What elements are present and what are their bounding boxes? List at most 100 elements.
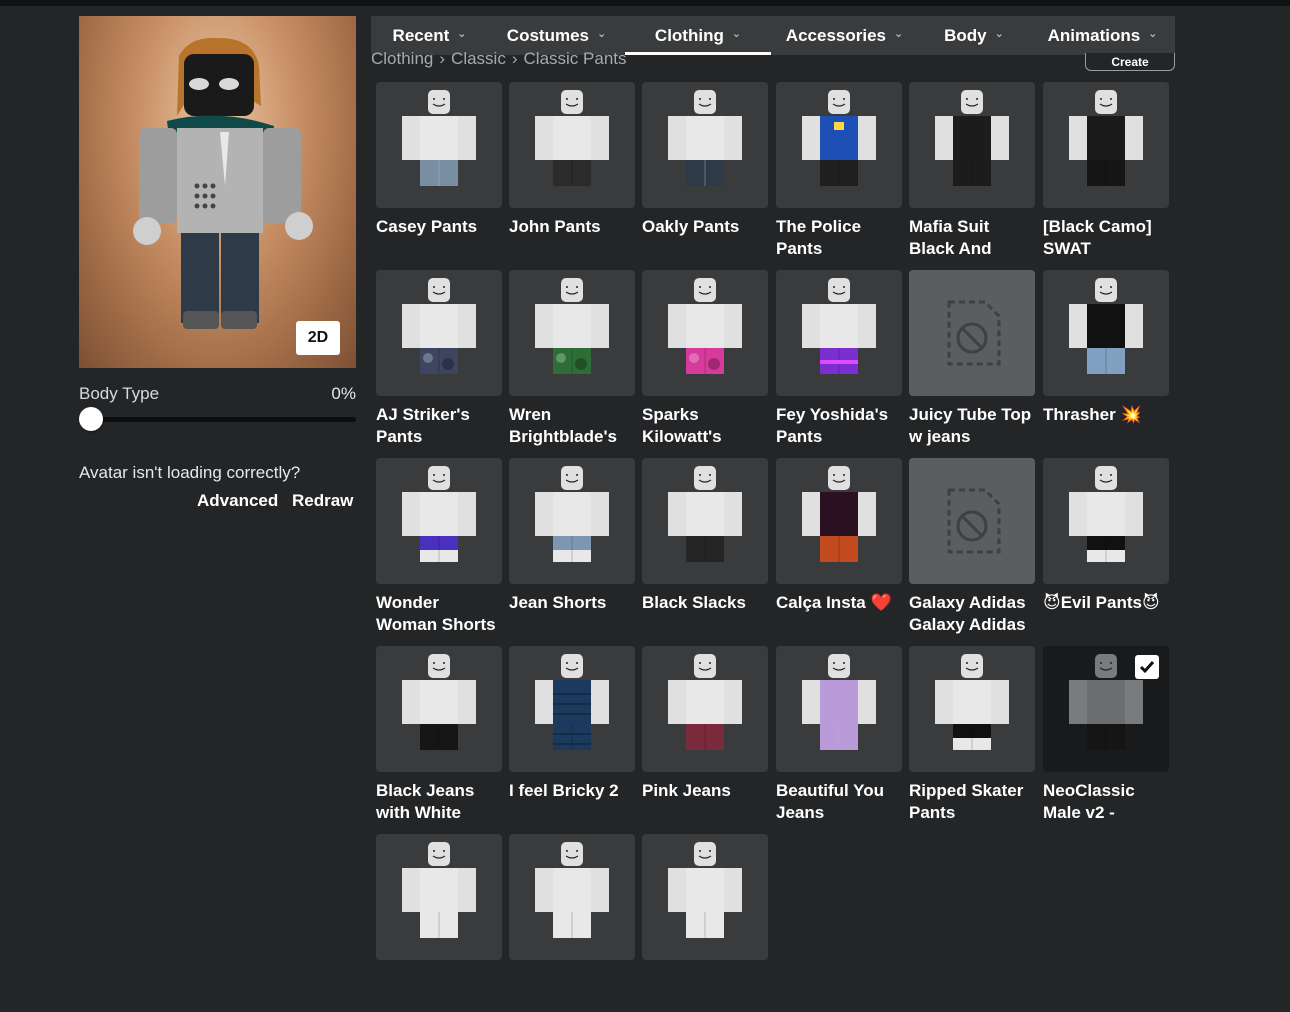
tab-accessories[interactable]: Accessories ⌄ [771, 16, 918, 55]
character-figure [1069, 278, 1143, 374]
chevron-down-icon: ⌄ [1148, 28, 1158, 40]
catalog-item[interactable]: Fey Yoshida's Pants [776, 270, 902, 448]
avatar-preview[interactable]: 2D [79, 16, 356, 368]
item-thumbnail[interactable] [776, 82, 902, 208]
catalog-item[interactable]: [Black Camo] SWAT [1043, 82, 1169, 260]
checkmark-icon[interactable] [1135, 655, 1159, 679]
catalog-item[interactable]: Calça Insta ❤️ [776, 458, 902, 636]
item-name: Oakly Pants [642, 217, 740, 236]
catalog-item[interactable]: Black Jeans with White [376, 646, 502, 824]
item-name: 😈Evil Pants😈 [1043, 593, 1160, 612]
item-thumbnail[interactable] [1043, 646, 1169, 772]
tab-clothing[interactable]: Clothing ⌄ [625, 16, 771, 55]
item-thumbnail[interactable] [776, 270, 902, 396]
item-thumbnail[interactable] [1043, 82, 1169, 208]
body-type-slider-thumb[interactable] [79, 407, 103, 431]
tab-label: Body [944, 25, 987, 45]
chevron-down-icon: ⌄ [457, 28, 467, 40]
catalog-item[interactable]: Casey Pants [376, 82, 502, 260]
item-thumbnail[interactable] [776, 646, 902, 772]
item-name: Beautiful You Jeans [776, 781, 884, 822]
item-name [509, 968, 635, 1012]
catalog-item[interactable]: Juicy Tube Top w jeans [909, 270, 1035, 448]
item-thumbnail[interactable] [509, 270, 635, 396]
catalog-item[interactable]: Wren Brightblade's [509, 270, 635, 448]
breadcrumb-item[interactable]: Clothing [371, 49, 433, 68]
catalog-item[interactable]: Black Slacks [642, 458, 768, 636]
item-thumbnail[interactable] [376, 270, 502, 396]
advanced-link[interactable]: Advanced [197, 491, 278, 511]
item-thumbnail[interactable] [642, 834, 768, 960]
item-thumbnail[interactable] [376, 646, 502, 772]
item-thumbnail[interactable] [642, 82, 768, 208]
item-thumbnail[interactable] [642, 270, 768, 396]
item-name: The Police Pants [776, 217, 862, 258]
create-button[interactable]: Create [1085, 53, 1175, 71]
catalog-item[interactable]: NeoClassic Male v2 - [1043, 646, 1169, 824]
catalog-item[interactable]: Pink Jeans [642, 646, 768, 824]
character-figure [668, 654, 742, 750]
character-figure [802, 466, 876, 562]
catalog-item[interactable] [376, 834, 502, 1012]
breadcrumb-item[interactable]: Classic [451, 49, 506, 68]
catalog-item[interactable]: Wonder Woman Shorts [376, 458, 502, 636]
item-grid: Casey Pants John Pants Oakly Pants The Poli… [376, 82, 1176, 960]
catalog-item[interactable]: Oakly Pants [642, 82, 768, 260]
tab-body[interactable]: Body ⌄ [918, 16, 1030, 55]
item-name: Calça Insta ❤️ [776, 593, 892, 612]
character-figure [535, 90, 609, 186]
catalog-item[interactable]: John Pants [509, 82, 635, 260]
item-thumbnail[interactable] [376, 82, 502, 208]
catalog-item[interactable]: I feel Bricky 2 [509, 646, 635, 824]
character-figure [668, 466, 742, 562]
item-thumbnail[interactable] [909, 82, 1035, 208]
catalog-item[interactable]: Beautiful You Jeans [776, 646, 902, 824]
tab-label: Recent [392, 25, 450, 45]
catalog-item[interactable]: 😈Evil Pants😈 [1043, 458, 1169, 636]
item-thumbnail[interactable] [909, 270, 1035, 396]
catalog-item[interactable]: Ripped Skater Pants [909, 646, 1035, 824]
tab-animations[interactable]: Animations ⌄ [1030, 16, 1175, 55]
breadcrumb-item: Classic Pants [523, 49, 627, 68]
item-thumbnail[interactable] [776, 458, 902, 584]
catalog-item[interactable]: Jean Shorts [509, 458, 635, 636]
item-thumbnail[interactable] [1043, 270, 1169, 396]
item-thumbnail[interactable] [376, 834, 502, 960]
item-thumbnail[interactable] [509, 82, 635, 208]
catalog-item[interactable] [642, 834, 768, 1012]
item-name: Mafia Suit Black And [909, 217, 992, 258]
catalog-item[interactable]: Galaxy Adidas Galaxy Adidas [909, 458, 1035, 636]
item-thumbnail[interactable] [509, 458, 635, 584]
body-type-label: Body Type [79, 384, 160, 403]
character-figure [668, 278, 742, 374]
redraw-link[interactable]: Redraw [292, 491, 353, 511]
item-name: AJ Striker's Pants [376, 405, 470, 446]
item-thumbnail[interactable] [642, 458, 768, 584]
character-figure [668, 90, 742, 186]
catalog-item[interactable]: Thrasher 💥 [1043, 270, 1169, 448]
item-thumbnail[interactable] [376, 458, 502, 584]
catalog-item[interactable]: Mafia Suit Black And [909, 82, 1035, 260]
breadcrumb: Clothing › Classic › Classic Pants [371, 49, 627, 69]
tab-label: Accessories [785, 25, 886, 45]
catalog-item[interactable] [509, 834, 635, 1012]
item-thumbnail[interactable] [642, 646, 768, 772]
character-figure [402, 842, 476, 938]
item-name: Sparks Kilowatt's [642, 405, 722, 446]
item-thumbnail[interactable] [909, 458, 1035, 584]
catalog-item[interactable]: The Police Pants [776, 82, 902, 260]
body-type-slider-track[interactable] [79, 417, 356, 422]
item-name: Galaxy Adidas Galaxy Adidas [909, 593, 1026, 634]
item-thumbnail[interactable] [909, 646, 1035, 772]
item-thumbnail[interactable] [509, 646, 635, 772]
item-name [376, 968, 502, 1012]
item-thumbnail[interactable] [1043, 458, 1169, 584]
catalog-item[interactable]: AJ Striker's Pants [376, 270, 502, 448]
item-thumbnail[interactable] [509, 834, 635, 960]
item-name: Wren Brightblade's [509, 405, 617, 446]
catalog-item[interactable]: Sparks Kilowatt's [642, 270, 768, 448]
character-figure [802, 90, 876, 186]
tab-label: Costumes [506, 25, 589, 45]
chevron-down-icon: ⌄ [994, 28, 1004, 40]
toggle-2d-button[interactable]: 2D [296, 321, 340, 355]
